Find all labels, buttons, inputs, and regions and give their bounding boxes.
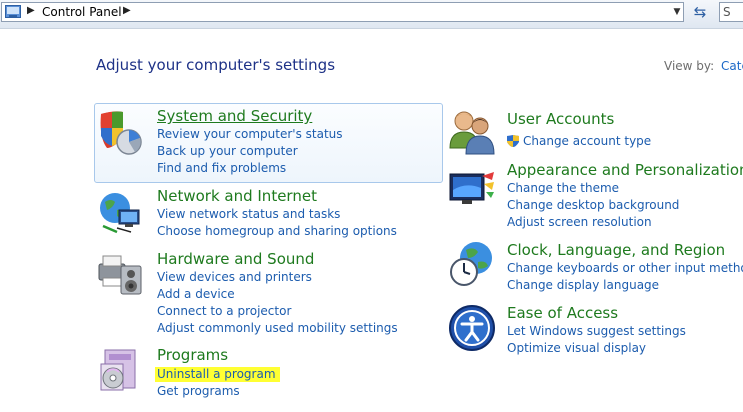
link-get-programs[interactable]: Get programs bbox=[157, 384, 240, 398]
category-network-and-internet[interactable]: Network and Internet bbox=[157, 187, 317, 205]
category-system-and-security[interactable]: System and Security bbox=[157, 107, 312, 125]
link-windows-suggest-settings[interactable]: Let Windows suggest settings bbox=[507, 324, 686, 338]
link-optimize-visual-display[interactable]: Optimize visual display bbox=[507, 341, 646, 355]
link-connect-projector[interactable]: Connect to a projector bbox=[157, 304, 291, 318]
breadcrumb-separator[interactable]: ▶ bbox=[27, 5, 35, 16]
link-change-account-type[interactable]: Change account type bbox=[523, 134, 651, 148]
category-ease-of-access[interactable]: Ease of Access bbox=[507, 304, 618, 322]
category-programs[interactable]: Programs bbox=[157, 346, 228, 364]
link-change-desktop-background[interactable]: Change desktop background bbox=[507, 198, 679, 212]
category-user-accounts[interactable]: User Accounts bbox=[507, 110, 614, 128]
control-panel-icon bbox=[5, 5, 21, 18]
users-icon[interactable] bbox=[448, 108, 496, 156]
link-review-computer-status[interactable]: Review your computer's status bbox=[157, 127, 343, 141]
shield-chart-icon[interactable] bbox=[97, 108, 145, 156]
link-view-network-status[interactable]: View network status and tasks bbox=[157, 207, 340, 221]
link-find-fix-problems[interactable]: Find and fix problems bbox=[157, 161, 286, 175]
link-add-device[interactable]: Add a device bbox=[157, 287, 235, 301]
address-toolbar: ▶ Control Panel ▶ ▼ ⇆ S bbox=[0, 0, 743, 29]
link-change-display-language[interactable]: Change display language bbox=[507, 278, 659, 292]
refresh-button[interactable]: ⇆ bbox=[689, 2, 711, 22]
printer-speaker-icon[interactable] bbox=[97, 250, 145, 298]
category-appearance-and-personalization[interactable]: Appearance and Personalization bbox=[507, 161, 743, 179]
breadcrumb-control-panel[interactable]: Control Panel bbox=[42, 5, 122, 19]
view-by-dropdown[interactable]: Cate bbox=[721, 59, 743, 73]
link-mobility-settings[interactable]: Adjust commonly used mobility settings bbox=[157, 321, 398, 335]
page-title: Adjust your computer's settings bbox=[96, 56, 336, 74]
breadcrumb-separator[interactable]: ▶ bbox=[123, 5, 131, 16]
clock-globe-icon[interactable] bbox=[448, 240, 496, 288]
address-dropdown-icon[interactable]: ▼ bbox=[670, 4, 684, 20]
search-input[interactable]: S bbox=[719, 2, 743, 22]
globe-network-icon[interactable] bbox=[97, 188, 145, 236]
link-back-up-computer[interactable]: Back up your computer bbox=[157, 144, 298, 158]
link-adjust-screen-resolution[interactable]: Adjust screen resolution bbox=[507, 215, 652, 229]
link-change-keyboards[interactable]: Change keyboards or other input methods bbox=[507, 261, 743, 275]
monitor-paint-icon[interactable] bbox=[448, 166, 496, 214]
programs-disc-icon[interactable] bbox=[99, 346, 147, 394]
category-hardware-and-sound[interactable]: Hardware and Sound bbox=[157, 250, 314, 268]
link-change-theme[interactable]: Change the theme bbox=[507, 181, 619, 195]
category-clock-language-region[interactable]: Clock, Language, and Region bbox=[507, 241, 725, 259]
address-bar[interactable]: ▶ Control Panel ▶ ▼ bbox=[1, 2, 684, 22]
uac-shield-icon bbox=[507, 135, 519, 147]
view-by-label: View by: bbox=[664, 59, 715, 73]
link-uninstall-program[interactable]: Uninstall a program bbox=[155, 367, 280, 382]
link-view-devices-printers[interactable]: View devices and printers bbox=[157, 270, 312, 284]
ease-of-access-icon[interactable] bbox=[448, 304, 496, 352]
link-homegroup-sharing[interactable]: Choose homegroup and sharing options bbox=[157, 224, 397, 238]
